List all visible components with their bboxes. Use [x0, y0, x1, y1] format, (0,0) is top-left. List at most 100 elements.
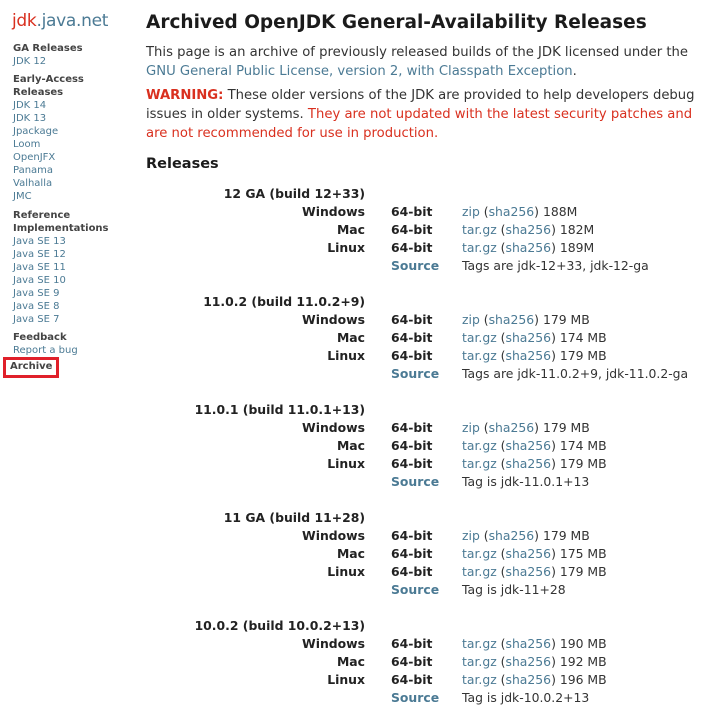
archive-download-link[interactable]: tar.gz — [462, 438, 497, 453]
arch-label: 64-bit — [391, 546, 433, 561]
sidebar-item-javase8[interactable]: Java SE 8 — [13, 300, 60, 313]
os-label: Windows — [302, 528, 365, 543]
download-files: tar.gz (sha256) 175 MB — [462, 546, 607, 561]
source-link[interactable]: Source — [391, 366, 439, 381]
download-files: zip (sha256) 179 MB — [462, 528, 590, 543]
archive-download-link[interactable]: tar.gz — [462, 546, 497, 561]
download-row: Mac 64-bit tar.gz (sha256) 174 MB — [146, 330, 708, 348]
archive-download-link[interactable]: tar.gz — [462, 348, 497, 363]
os-label: Windows — [302, 636, 365, 651]
file-size: 179 MB — [542, 528, 590, 543]
sidebar-item-jdk14[interactable]: JDK 14 — [13, 99, 46, 112]
source-link[interactable]: Source — [391, 582, 439, 597]
sidebar-item-javase7[interactable]: Java SE 7 — [13, 313, 60, 326]
os-label: Linux — [327, 456, 365, 471]
arch-label: 64-bit — [391, 456, 433, 471]
download-row: Windows 64-bit tar.gz (sha256) 190 MB — [146, 636, 708, 654]
download-files: zip (sha256) 179 MB — [462, 312, 590, 327]
sha256-link[interactable]: sha256 — [489, 204, 535, 219]
source-row: Source Tag is jdk-10.0.2+13 — [146, 690, 708, 708]
intro-paragraph: This page is an archive of previously re… — [146, 43, 702, 81]
archive-download-link[interactable]: tar.gz — [462, 672, 497, 687]
archive-download-link[interactable]: tar.gz — [462, 636, 497, 651]
sidebar-item-openjfx[interactable]: OpenJFX — [13, 151, 55, 164]
archive-download-link[interactable]: tar.gz — [462, 456, 497, 471]
os-label: Mac — [336, 222, 365, 237]
download-files: tar.gz (sha256) 179 MB — [462, 564, 607, 579]
source-link[interactable]: Source — [391, 690, 439, 705]
archive-download-link[interactable]: tar.gz — [462, 222, 497, 237]
file-size: 179 MB — [542, 312, 590, 327]
releases-heading: Releases — [146, 156, 219, 172]
sha256-link[interactable]: sha256 — [506, 438, 552, 453]
gpl-license-link[interactable]: GNU General Public License, version 2, w… — [146, 64, 573, 79]
download-row: Windows 64-bit zip (sha256) 179 MB — [146, 312, 708, 330]
archive-download-link[interactable]: zip — [462, 420, 480, 435]
release-block: 11.0.2 (build 11.0.2+9) Windows 64-bit zip … — [146, 294, 708, 402]
download-row: Linux 64-bit tar.gz (sha256) 179 MB — [146, 456, 708, 474]
sha256-link[interactable]: sha256 — [506, 672, 552, 687]
file-size: 196 MB — [559, 672, 607, 687]
sha256-link[interactable]: sha256 — [506, 636, 552, 651]
os-label: Linux — [327, 672, 365, 687]
intro-end: . — [572, 64, 577, 79]
sidebar-item-report-bug[interactable]: Report a bug — [13, 344, 78, 357]
release-title: 11.0.2 (build 11.0.2+9) — [203, 294, 365, 309]
sha256-link[interactable]: sha256 — [506, 654, 552, 669]
sidebar-item-jmc[interactable]: JMC — [13, 190, 32, 203]
sha256-link[interactable]: sha256 — [489, 312, 535, 327]
sidebar-item-javase13[interactable]: Java SE 13 — [13, 235, 66, 248]
arch-label: 64-bit — [391, 636, 433, 651]
warning-paragraph: WARNING: These older versions of the JDK… — [146, 86, 702, 143]
arch-label: 64-bit — [391, 240, 433, 255]
sidebar-item-javase12[interactable]: Java SE 12 — [13, 248, 66, 261]
archive-download-link[interactable]: zip — [462, 528, 480, 543]
download-row: Windows 64-bit zip (sha256) 188M — [146, 204, 708, 222]
sidebar-item-valhalla[interactable]: Valhalla — [13, 177, 52, 190]
sha256-link[interactable]: sha256 — [489, 528, 535, 543]
archive-download-link[interactable]: zip — [462, 204, 480, 219]
download-files: tar.gz (sha256) 182M — [462, 222, 595, 237]
sha256-link[interactable]: sha256 — [506, 456, 552, 471]
page-title: Archived OpenJDK General-Availability Re… — [146, 12, 647, 33]
sidebar-item-archive[interactable]: Archive — [10, 361, 52, 372]
sidebar-item-jdk12[interactable]: JDK 12 — [13, 55, 46, 68]
file-size: 188M — [542, 204, 578, 219]
sidebar-item-jpackage[interactable]: Jpackage — [13, 125, 58, 138]
source-row: Source Tags are jdk-11.0.2+9, jdk-11.0.2-… — [146, 366, 708, 384]
release-block: 12 GA (build 12+33) Windows 64-bit zip (sha… — [146, 186, 708, 294]
file-size: 189M — [559, 240, 595, 255]
download-row: Linux 64-bit tar.gz (sha256) 189M — [146, 240, 708, 258]
archive-download-link[interactable]: tar.gz — [462, 564, 497, 579]
tag-info: Tags are jdk-12+33, jdk-12-ga — [462, 258, 649, 273]
sidebar-item-jdk13[interactable]: JDK 13 — [13, 112, 46, 125]
arch-label: 64-bit — [391, 672, 433, 687]
archive-download-link[interactable]: tar.gz — [462, 654, 497, 669]
sidebar-item-javase11[interactable]: Java SE 11 — [13, 261, 66, 274]
archive-download-link[interactable]: zip — [462, 312, 480, 327]
download-files: tar.gz (sha256) 179 MB — [462, 348, 607, 363]
sidebar-item-loom[interactable]: Loom — [13, 138, 40, 151]
sha256-link[interactable]: sha256 — [506, 546, 552, 561]
release-title: 11 GA (build 11+28) — [223, 510, 365, 525]
sha256-link[interactable]: sha256 — [506, 564, 552, 579]
site-logo[interactable]: jdk.java.net — [12, 11, 108, 31]
sha256-link[interactable]: sha256 — [506, 348, 552, 363]
sha256-link[interactable]: sha256 — [506, 240, 552, 255]
source-link[interactable]: Source — [391, 258, 439, 273]
sidebar-item-panama[interactable]: Panama — [13, 164, 53, 177]
file-size: 179 MB — [559, 348, 607, 363]
sidebar-item-javase9[interactable]: Java SE 9 — [13, 287, 60, 300]
sha256-link[interactable]: sha256 — [506, 330, 552, 345]
download-row: Linux 64-bit tar.gz (sha256) 179 MB — [146, 564, 708, 582]
archive-download-link[interactable]: tar.gz — [462, 240, 497, 255]
os-label: Mac — [336, 330, 365, 345]
archive-download-link[interactable]: tar.gz — [462, 330, 497, 345]
release-title: 11.0.1 (build 11.0.1+13) — [194, 402, 365, 417]
sha256-link[interactable]: sha256 — [489, 420, 535, 435]
logo-text-jdk: jdk — [12, 11, 37, 31]
source-link[interactable]: Source — [391, 474, 439, 489]
download-files: tar.gz (sha256) 189M — [462, 240, 595, 255]
sidebar-item-javase10[interactable]: Java SE 10 — [13, 274, 66, 287]
sha256-link[interactable]: sha256 — [506, 222, 552, 237]
